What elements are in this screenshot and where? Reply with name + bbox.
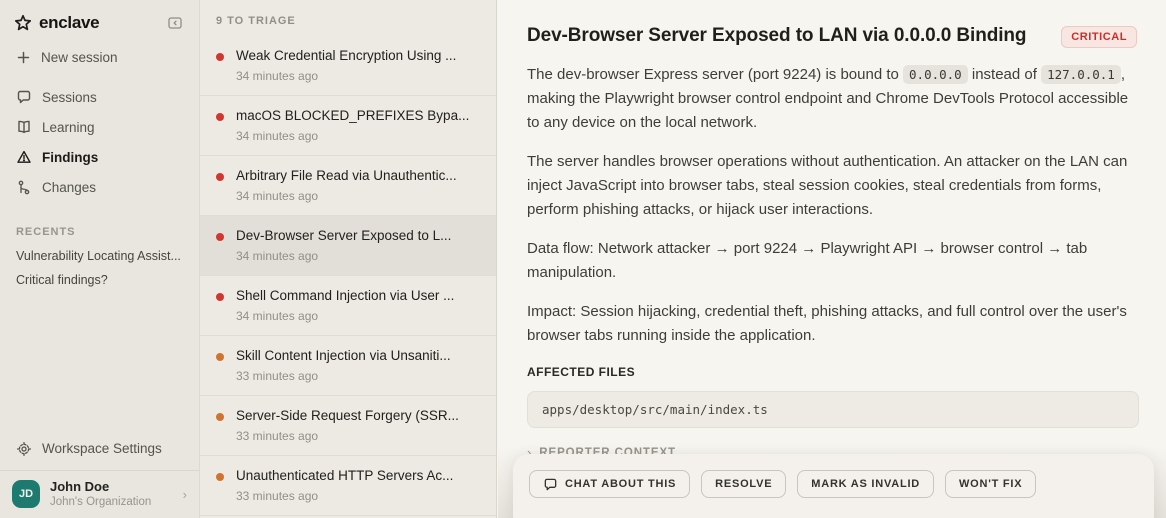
detail-paragraph: Data flow: Network attacker → port 9224 … <box>527 237 1137 285</box>
finding-title: Shell Command Injection via User ... <box>236 288 482 303</box>
action-button-label: WON'T FIX <box>959 478 1022 490</box>
collapse-sidebar-icon[interactable] <box>165 13 185 33</box>
recent-session-item[interactable]: Vulnerability Locating Assist... <box>0 244 199 268</box>
severity-dot-icon <box>216 113 224 121</box>
detail-paragraph: The dev-browser Express server (port 922… <box>527 63 1137 135</box>
sidebar-item-findings[interactable]: Findings <box>0 142 199 172</box>
sidebar-item-label: Findings <box>42 150 98 165</box>
severity-dot-icon <box>216 173 224 181</box>
description-paragraphs: The dev-browser Express server (port 922… <box>527 63 1137 348</box>
severity-badge: CRITICAL <box>1061 26 1137 48</box>
enclave-logo-icon <box>14 14 32 32</box>
sidebar-item-label: Sessions <box>42 90 97 105</box>
triage-list-item[interactable]: Dev-Browser Server Exposed to L... 34 mi… <box>200 216 496 276</box>
workspace-settings-button[interactable]: Workspace Settings <box>0 434 199 464</box>
severity-dot-icon <box>216 473 224 481</box>
finding-timestamp: 34 minutes ago <box>236 189 482 203</box>
severity-dot-icon <box>216 233 224 241</box>
finding-timestamp: 33 minutes ago <box>236 369 482 383</box>
user-info: John Doe John's Organization <box>50 480 151 509</box>
plus-icon <box>16 50 31 65</box>
finding-timestamp: 34 minutes ago <box>236 69 482 83</box>
finding-detail-pane: Dev-Browser Server Exposed to LAN via 0.… <box>498 0 1166 518</box>
action-button[interactable]: WON'T FIX <box>945 470 1036 498</box>
logo-row: enclave <box>0 0 199 43</box>
triage-count-heading: 9 TO TRIAGE <box>200 0 496 36</box>
new-session-label: New session <box>41 50 118 65</box>
finding-timestamp: 33 minutes ago <box>236 429 482 443</box>
finding-description: The dev-browser Express server (port 922… <box>527 63 1137 460</box>
triage-list-item[interactable]: Skill Content Injection via Unsaniti... … <box>200 336 496 396</box>
book-icon <box>16 119 32 135</box>
sidebar-item-label: Learning <box>42 120 95 135</box>
affected-files-list: apps/desktop/src/main/index.ts <box>527 391 1137 428</box>
triage-list-item[interactable]: Weak Credential Encryption Using ... 34 … <box>200 36 496 96</box>
action-button-label: MARK AS INVALID <box>811 478 920 490</box>
git-branch-icon <box>16 179 32 195</box>
gear-icon <box>16 441 32 457</box>
recents-heading: RECENTS <box>0 226 199 244</box>
finding-title: Weak Credential Encryption Using ... <box>236 48 482 63</box>
action-button-label: CHAT ABOUT THIS <box>565 478 676 490</box>
finding-title: Unauthenticated HTTP Servers Ac... <box>236 468 482 483</box>
affected-file-path: apps/desktop/src/main/index.ts <box>527 391 1139 428</box>
severity-dot-icon <box>216 53 224 61</box>
finding-timestamp: 34 minutes ago <box>236 309 482 323</box>
severity-dot-icon <box>216 353 224 361</box>
detail-paragraph: Impact: Session hijacking, credential th… <box>527 300 1137 348</box>
triage-list-pane: 9 TO TRIAGE Weak Credential Encryption U… <box>200 0 497 518</box>
action-button-label: RESOLVE <box>715 478 772 490</box>
sidebar-item-changes[interactable]: Changes <box>0 172 199 202</box>
affected-files-heading: AFFECTED FILES <box>527 365 1137 379</box>
finding-timestamp: 34 minutes ago <box>236 249 482 263</box>
inline-code: 0.0.0.0 <box>903 65 968 84</box>
triage-list-item[interactable]: Arbitrary File Read via Unauthentic... 3… <box>200 156 496 216</box>
warning-triangle-icon <box>16 149 32 165</box>
finding-title: macOS BLOCKED_PREFIXES Bypa... <box>236 108 482 123</box>
finding-timestamp: 33 minutes ago <box>236 489 482 503</box>
sidebar-spacer <box>0 292 199 434</box>
avatar: JD <box>12 480 40 508</box>
severity-dot-icon <box>216 413 224 421</box>
user-organization: John's Organization <box>50 495 151 509</box>
finding-title: Server-Side Request Forgery (SSR... <box>236 408 482 423</box>
triage-action-bar: CHAT ABOUT THIS RESOLVE MARK AS INVALID … <box>513 454 1154 518</box>
action-button[interactable]: MARK AS INVALID <box>797 470 934 498</box>
detail-header: Dev-Browser Server Exposed to LAN via 0.… <box>527 24 1137 48</box>
chat-bubble-icon <box>16 89 32 105</box>
sidebar-item-sessions[interactable]: Sessions <box>0 82 199 112</box>
triage-list-item[interactable]: macOS BLOCKED_PREFIXES Bypa... 34 minute… <box>200 96 496 156</box>
triage-items-container: Weak Credential Encryption Using ... 34 … <box>200 36 496 516</box>
finding-title: Skill Content Injection via Unsaniti... <box>236 348 482 363</box>
chat-bubble-icon <box>543 477 558 492</box>
triage-list-item[interactable]: Server-Side Request Forgery (SSR... 33 m… <box>200 396 496 456</box>
finding-detail-title: Dev-Browser Server Exposed to LAN via 0.… <box>527 24 1026 48</box>
detail-paragraph: The server handles browser operations wi… <box>527 150 1137 222</box>
workspace-settings-label: Workspace Settings <box>42 441 162 456</box>
action-button[interactable]: RESOLVE <box>701 470 786 498</box>
app-title: enclave <box>39 13 99 33</box>
triage-list-item[interactable]: Shell Command Injection via User ... 34 … <box>200 276 496 336</box>
sidebar-item-label: Changes <box>42 180 96 195</box>
finding-timestamp: 34 minutes ago <box>236 129 482 143</box>
sidebar: enclave New session Sessions <box>0 0 200 518</box>
user-name: John Doe <box>50 480 151 495</box>
finding-title: Arbitrary File Read via Unauthentic... <box>236 168 482 183</box>
sidebar-item-learning[interactable]: Learning <box>0 112 199 142</box>
triage-list-item[interactable]: Unauthenticated HTTP Servers Ac... 33 mi… <box>200 456 496 516</box>
finding-title: Dev-Browser Server Exposed to L... <box>236 228 482 243</box>
recent-session-item[interactable]: Critical findings? <box>0 268 199 292</box>
user-account-button[interactable]: JD John Doe John's Organization › <box>0 470 199 518</box>
chevron-right-icon: › <box>183 487 187 502</box>
inline-code: 127.0.0.1 <box>1041 65 1121 84</box>
new-session-button[interactable]: New session <box>0 43 199 72</box>
action-button[interactable]: CHAT ABOUT THIS <box>529 470 690 498</box>
severity-dot-icon <box>216 293 224 301</box>
